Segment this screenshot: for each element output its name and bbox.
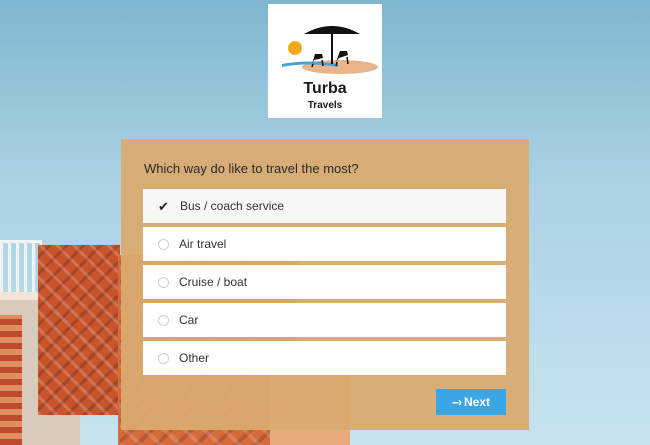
- option-air-travel[interactable]: Air travel: [143, 227, 506, 261]
- radio-icon: [158, 238, 169, 250]
- brand-name: Turba: [303, 80, 347, 97]
- option-label: Cruise / boat: [179, 275, 248, 289]
- option-label: Car: [179, 313, 199, 327]
- next-button[interactable]: --› Next: [436, 389, 506, 415]
- answer-options: ✔ Bus / coach service Air travel Cruise …: [143, 189, 506, 379]
- radio-icon: [158, 276, 169, 288]
- option-other[interactable]: Other: [143, 341, 506, 375]
- radio-icon: [158, 352, 169, 364]
- hanging-rug: [38, 245, 120, 415]
- option-label: Other: [179, 351, 210, 365]
- option-label: Air travel: [179, 237, 227, 251]
- hanging-rug-left: [0, 315, 22, 445]
- beach-umbrella-icon: [282, 26, 378, 74]
- survey-panel: Which way do like to travel the most? ✔ …: [121, 139, 529, 430]
- brand-tagline: Travels: [307, 100, 343, 111]
- option-bus-coach[interactable]: ✔ Bus / coach service: [143, 189, 506, 223]
- radio-icon: [158, 314, 169, 326]
- option-label: Bus / coach service: [180, 199, 285, 213]
- brand-logo: Turba Travels: [268, 4, 382, 118]
- next-button-label: Next: [463, 395, 490, 409]
- dashed-arrow-right-icon: --›: [451, 395, 462, 409]
- option-car[interactable]: Car: [143, 303, 506, 337]
- survey-question: Which way do like to travel the most?: [144, 161, 359, 176]
- checkmark-icon: ✔: [158, 198, 169, 214]
- option-cruise-boat[interactable]: Cruise / boat: [143, 265, 506, 299]
